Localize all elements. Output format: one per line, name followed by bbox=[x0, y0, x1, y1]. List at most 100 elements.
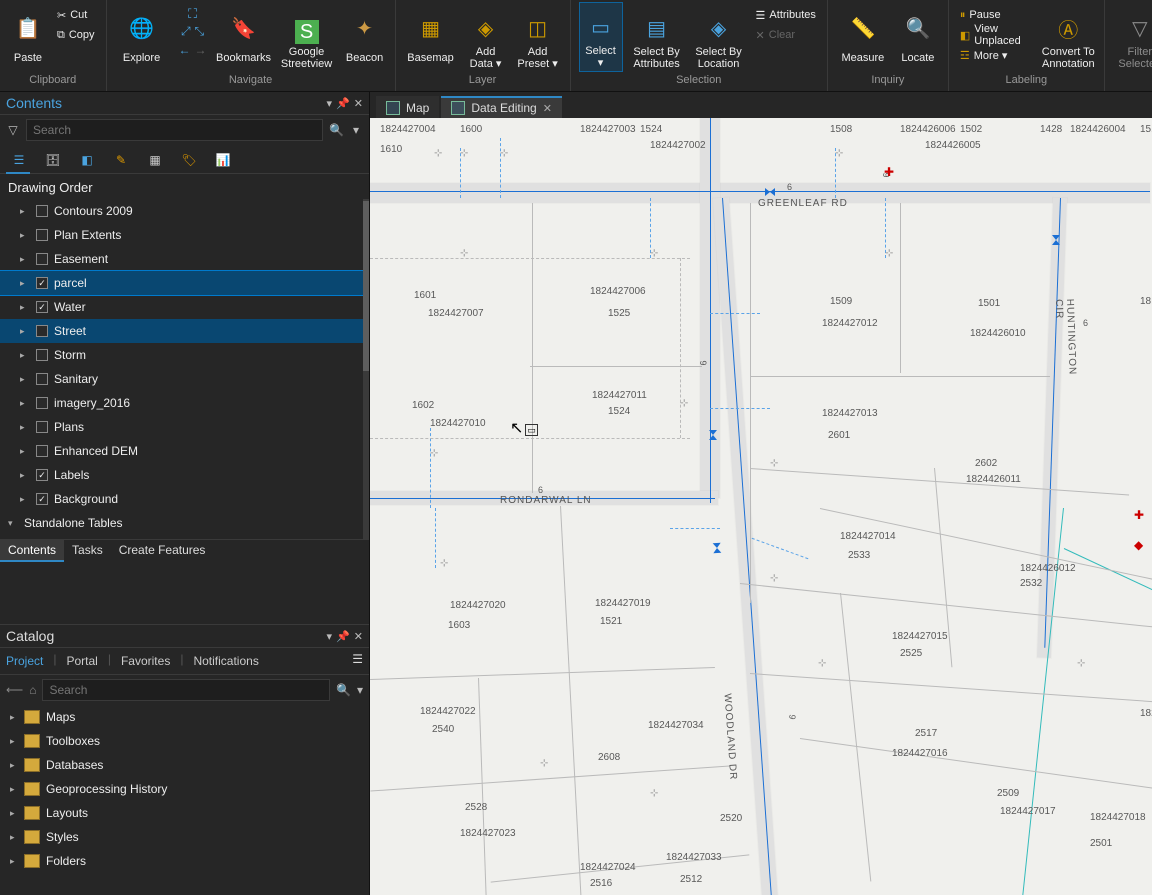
expander-icon[interactable]: ▸ bbox=[20, 302, 30, 313]
zoom-in-icon[interactable]: ⤢ bbox=[181, 24, 191, 39]
autohide-icon[interactable]: ▾ bbox=[327, 630, 333, 643]
visibility-checkbox[interactable] bbox=[36, 421, 48, 433]
filter-icon[interactable]: ▽ bbox=[6, 123, 20, 137]
expander-icon[interactable]: ▸ bbox=[20, 422, 30, 433]
expander-icon[interactable]: ▸ bbox=[20, 230, 30, 241]
home-icon[interactable]: ⌂ bbox=[29, 683, 36, 697]
visibility-checkbox[interactable] bbox=[36, 325, 48, 337]
search-icon[interactable]: 🔍 bbox=[336, 683, 351, 697]
close-icon[interactable]: ✕ bbox=[354, 630, 363, 643]
visibility-checkbox[interactable]: ✓ bbox=[36, 469, 48, 481]
expander-icon[interactable]: ▸ bbox=[20, 494, 30, 505]
catalog-item[interactable]: ▸Layouts bbox=[0, 801, 369, 825]
visibility-checkbox[interactable] bbox=[36, 373, 48, 385]
visibility-checkbox[interactable]: ✓ bbox=[36, 301, 48, 313]
attributes-button[interactable]: ☰Attributes bbox=[753, 6, 819, 24]
catalog-tab-project[interactable]: Project bbox=[6, 652, 43, 670]
expander-icon[interactable]: ▸ bbox=[20, 470, 30, 481]
expander-icon[interactable]: ▸ bbox=[20, 398, 30, 409]
close-icon[interactable]: ✕ bbox=[354, 97, 363, 110]
prev-extent-icon[interactable]: ← bbox=[179, 43, 191, 57]
select-by-location-button[interactable]: ◈Select By Location bbox=[691, 2, 747, 72]
cut-button[interactable]: ✂Cut bbox=[54, 6, 98, 24]
catalog-item[interactable]: ▸Maps bbox=[0, 705, 369, 729]
catalog-tab-notifications[interactable]: Notifications bbox=[193, 652, 258, 670]
list-source-icon[interactable]: 🗄 bbox=[42, 149, 64, 171]
add-preset-button[interactable]: ◫Add Preset ▾ bbox=[514, 2, 562, 72]
more-labeling-button[interactable]: ☲More ▾ bbox=[957, 46, 1035, 64]
layer-item[interactable]: ▸ ✓ Background bbox=[0, 487, 369, 511]
paste-button[interactable]: 📋 Paste bbox=[8, 2, 48, 72]
expander-icon[interactable]: ▸ bbox=[20, 278, 30, 289]
expander-icon[interactable]: ▸ bbox=[10, 760, 18, 771]
zoom-out-icon[interactable]: ⤡ bbox=[195, 24, 205, 39]
expander-icon[interactable]: ▸ bbox=[20, 254, 30, 265]
layer-item[interactable]: ▸ Easement bbox=[0, 247, 369, 271]
expander-icon[interactable]: ▸ bbox=[20, 350, 30, 361]
expander-icon[interactable]: ▸ bbox=[10, 856, 18, 867]
visibility-checkbox[interactable] bbox=[36, 445, 48, 457]
dropdown-icon[interactable]: ▾ bbox=[357, 683, 363, 697]
tab-tasks[interactable]: Tasks bbox=[64, 540, 111, 562]
add-data-button[interactable]: ◈Add Data ▾ bbox=[464, 2, 508, 72]
tab-create-features[interactable]: Create Features bbox=[111, 540, 214, 562]
expander-icon[interactable]: ▸ bbox=[20, 326, 30, 337]
catalog-tab-portal[interactable]: Portal bbox=[66, 652, 97, 670]
list-labeling-icon[interactable]: 🏷 bbox=[178, 149, 200, 171]
map-tab-map[interactable]: Map bbox=[376, 96, 439, 118]
options-icon[interactable]: ▾ bbox=[349, 123, 363, 137]
layer-item[interactable]: ▸ ✓ parcel bbox=[0, 271, 369, 295]
bookmarks-button[interactable]: 🔖Bookmarks bbox=[217, 2, 271, 72]
list-selection-icon[interactable]: ◧ bbox=[76, 149, 98, 171]
visibility-checkbox[interactable] bbox=[36, 205, 48, 217]
visibility-checkbox[interactable] bbox=[36, 229, 48, 241]
tab-contents[interactable]: Contents bbox=[0, 540, 64, 562]
layer-item[interactable]: ▸ Enhanced DEM bbox=[0, 439, 369, 463]
close-tab-icon[interactable]: ✕ bbox=[543, 102, 552, 115]
explore-button[interactable]: 🌐Explore bbox=[115, 2, 169, 72]
expander-icon[interactable]: ▸ bbox=[20, 374, 30, 385]
streetview-button[interactable]: SGoogle Streetview bbox=[277, 2, 337, 72]
filter-selected-button[interactable]: ▽Filter Selected bbox=[1113, 2, 1152, 72]
view-unplaced-button[interactable]: ◧View Unplaced bbox=[957, 26, 1035, 44]
visibility-checkbox[interactable] bbox=[36, 397, 48, 409]
catalog-item[interactable]: ▸Toolboxes bbox=[0, 729, 369, 753]
select-button[interactable]: ▭Select ▾ bbox=[579, 2, 623, 72]
map-canvas[interactable]: GREENLEAF RD RONDARWAL LN WOODLAND DR HU… bbox=[370, 118, 1152, 895]
contents-search-input[interactable] bbox=[26, 119, 323, 141]
map-tab-data-editing[interactable]: Data Editing✕ bbox=[441, 96, 562, 118]
autohide-icon[interactable]: ▾ bbox=[327, 97, 333, 110]
clear-selection-button[interactable]: ✕Clear bbox=[753, 26, 819, 44]
visibility-checkbox[interactable] bbox=[36, 253, 48, 265]
layer-item[interactable]: ▸ ✓ Water bbox=[0, 295, 369, 319]
convert-annotation-button[interactable]: ⒶConvert To Annotation bbox=[1041, 2, 1096, 72]
catalog-item[interactable]: ▸Databases bbox=[0, 753, 369, 777]
pause-labeling-button[interactable]: ⏸Pause bbox=[957, 6, 1035, 24]
measure-button[interactable]: 📏Measure bbox=[836, 2, 890, 72]
catalog-search-input[interactable] bbox=[42, 679, 330, 701]
layer-item[interactable]: ▸ Plans bbox=[0, 415, 369, 439]
catalog-item[interactable]: ▸Geoprocessing History bbox=[0, 777, 369, 801]
select-by-attributes-button[interactable]: ▤Select By Attributes bbox=[629, 2, 685, 72]
next-extent-icon[interactable]: → bbox=[195, 43, 207, 57]
list-chart-icon[interactable]: 📊 bbox=[212, 149, 234, 171]
zoom-full-icon[interactable]: ⛶ bbox=[188, 6, 197, 22]
expander-icon[interactable]: ▸ bbox=[10, 712, 18, 723]
search-icon[interactable]: 🔍 bbox=[329, 123, 343, 137]
layer-item[interactable]: ▸ ✓ Labels bbox=[0, 463, 369, 487]
pin-icon[interactable]: 📌 bbox=[336, 97, 350, 110]
catalog-item[interactable]: ▸Folders bbox=[0, 849, 369, 873]
layer-item[interactable]: ▸ Storm bbox=[0, 343, 369, 367]
standalone-tables-header[interactable]: ▾Standalone Tables bbox=[0, 511, 369, 535]
expander-icon[interactable]: ▾ bbox=[8, 518, 18, 529]
expander-icon[interactable]: ▸ bbox=[10, 784, 18, 795]
catalog-menu-icon[interactable]: ☰ bbox=[352, 652, 363, 670]
expander-icon[interactable]: ▸ bbox=[10, 736, 18, 747]
expander-icon[interactable]: ▸ bbox=[10, 808, 18, 819]
expander-icon[interactable]: ▸ bbox=[20, 206, 30, 217]
catalog-tab-favorites[interactable]: Favorites bbox=[121, 652, 170, 670]
back-icon[interactable]: ⟵ bbox=[6, 683, 23, 697]
visibility-checkbox[interactable]: ✓ bbox=[36, 493, 48, 505]
visibility-checkbox[interactable] bbox=[36, 349, 48, 361]
list-drawing-order-icon[interactable]: ☰ bbox=[8, 149, 30, 171]
